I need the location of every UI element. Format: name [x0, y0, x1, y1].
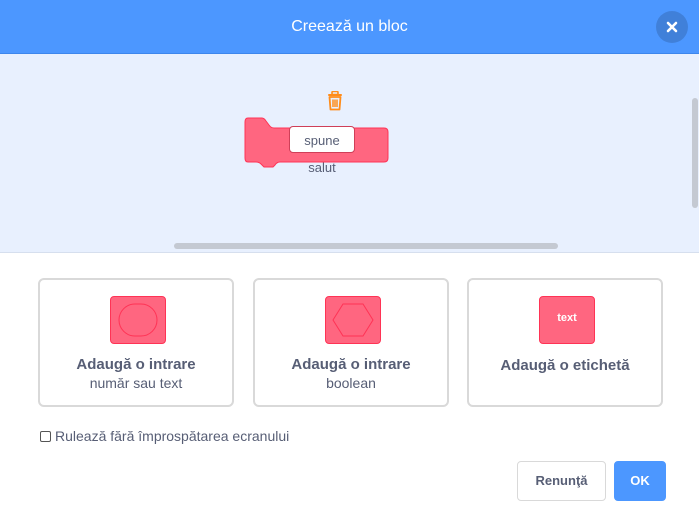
diamond-input-shape-icon	[332, 303, 374, 337]
ok-button[interactable]: OK	[614, 461, 666, 501]
label-preview-text: text	[557, 312, 577, 324]
create-block-dialog: Creează un bloc spune salut Adaugă o int…	[0, 0, 699, 525]
block-workspace[interactable]	[0, 54, 699, 253]
card-title: Adaugă o intrare	[76, 356, 196, 373]
card-subtitle: boolean	[326, 375, 376, 391]
close-icon	[666, 21, 678, 33]
trash-icon[interactable]	[326, 91, 344, 111]
cancel-button[interactable]: Renunţă	[517, 461, 606, 501]
round-input-shape-icon	[118, 303, 158, 337]
boolean-input-preview	[325, 296, 381, 344]
dialog-header: Creează un bloc	[0, 0, 699, 54]
label-preview: text	[539, 296, 595, 344]
run-without-refresh-label[interactable]: Rulează fără împrospătarea ecranului	[55, 428, 289, 444]
card-title: Adaugă o etichetă	[500, 357, 630, 374]
add-input-boolean-card[interactable]: Adaugă o intrare boolean	[253, 278, 449, 407]
dialog-title: Creează un bloc	[291, 18, 408, 35]
card-title: Adaugă o intrare	[291, 356, 411, 373]
number-text-input-preview	[110, 296, 166, 344]
close-button[interactable]	[656, 11, 688, 43]
card-subtitle: număr sau text	[89, 375, 183, 391]
run-without-refresh-row[interactable]: Rulează fără împrospătarea ecranului	[40, 427, 289, 445]
add-input-number-text-card[interactable]: Adaugă o intrare număr sau text	[38, 278, 234, 407]
workspace-horizontal-scrollbar[interactable]	[174, 243, 558, 249]
workspace-vertical-scrollbar[interactable]	[692, 98, 698, 208]
add-label-card[interactable]: text Adaugă o etichetă	[467, 278, 663, 407]
run-without-refresh-checkbox[interactable]	[40, 430, 51, 442]
block-name-input[interactable]: spune salut	[289, 126, 355, 175]
